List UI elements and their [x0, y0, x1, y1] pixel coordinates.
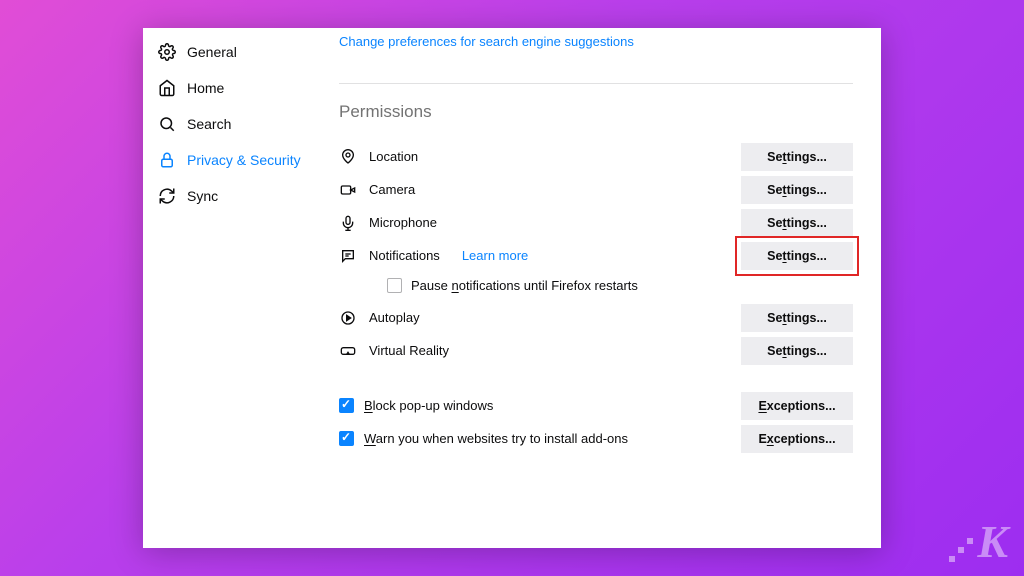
sidebar-item-sync[interactable]: Sync	[157, 178, 329, 214]
lock-icon	[157, 150, 177, 170]
vr-icon	[339, 342, 357, 360]
microphone-settings-button[interactable]: Settings...	[741, 209, 853, 237]
watermark: K	[949, 515, 1008, 568]
location-settings-button[interactable]: Settings...	[741, 143, 853, 171]
permission-notifications-row: Notifications Learn more Settings...	[339, 239, 853, 272]
pause-notifications-label: Pause notifications until Firefox restar…	[411, 278, 638, 293]
permission-location-row: Location Settings...	[339, 140, 853, 173]
warn-addons-row: Warn you when websites try to install ad…	[339, 422, 853, 455]
sidebar-item-label: Privacy & Security	[187, 152, 301, 168]
notifications-settings-button[interactable]: Settings...	[741, 242, 853, 270]
pause-notifications-checkbox[interactable]	[387, 278, 402, 293]
location-icon	[339, 148, 357, 166]
autoplay-settings-button[interactable]: Settings...	[741, 304, 853, 332]
permission-label: Microphone	[369, 215, 437, 230]
block-popups-row: Block pop-up windows Exceptions...	[339, 389, 853, 422]
permission-label: Camera	[369, 182, 415, 197]
sidebar: General Home Search Privacy & Security S…	[143, 28, 329, 548]
sidebar-item-privacy[interactable]: Privacy & Security	[157, 142, 329, 178]
sidebar-item-label: Sync	[187, 188, 218, 204]
block-popups-checkbox[interactable]	[339, 398, 354, 413]
settings-window: General Home Search Privacy & Security S…	[143, 28, 881, 548]
camera-settings-button[interactable]: Settings...	[741, 176, 853, 204]
gear-icon	[157, 42, 177, 62]
pause-notifications-row: Pause notifications until Firefox restar…	[387, 278, 853, 293]
warn-addons-label: Warn you when websites try to install ad…	[364, 431, 731, 446]
microphone-icon	[339, 214, 357, 232]
permission-label: Location	[369, 149, 418, 164]
block-popups-label: Block pop-up windows	[364, 398, 731, 413]
permissions-heading: Permissions	[339, 102, 853, 122]
sidebar-item-label: Home	[187, 80, 224, 96]
home-icon	[157, 78, 177, 98]
permission-vr-row: Virtual Reality Settings...	[339, 334, 853, 367]
addons-exceptions-button[interactable]: Exceptions...	[741, 425, 853, 453]
permission-label: Notifications	[369, 248, 440, 263]
content-area: Change preferences for search engine sug…	[329, 28, 881, 548]
notification-icon	[339, 247, 357, 265]
permission-microphone-row: Microphone Settings...	[339, 206, 853, 239]
highlighted-settings-notifications: Settings...	[735, 236, 859, 276]
permission-label: Virtual Reality	[369, 343, 449, 358]
camera-icon	[339, 181, 357, 199]
vr-settings-button[interactable]: Settings...	[741, 337, 853, 365]
permission-label: Autoplay	[369, 310, 420, 325]
autoplay-icon	[339, 309, 357, 327]
sidebar-item-label: Search	[187, 116, 231, 132]
search-icon	[157, 114, 177, 134]
permission-autoplay-row: Autoplay Settings...	[339, 301, 853, 334]
search-suggestions-link[interactable]: Change preferences for search engine sug…	[339, 34, 853, 49]
sidebar-item-general[interactable]: General	[157, 34, 329, 70]
notifications-learn-more-link[interactable]: Learn more	[462, 248, 528, 263]
sync-icon	[157, 186, 177, 206]
permission-camera-row: Camera Settings...	[339, 173, 853, 206]
sidebar-item-label: General	[187, 44, 237, 60]
sidebar-item-home[interactable]: Home	[157, 70, 329, 106]
popup-exceptions-button[interactable]: Exceptions...	[741, 392, 853, 420]
sidebar-item-search[interactable]: Search	[157, 106, 329, 142]
divider	[339, 83, 853, 84]
warn-addons-checkbox[interactable]	[339, 431, 354, 446]
